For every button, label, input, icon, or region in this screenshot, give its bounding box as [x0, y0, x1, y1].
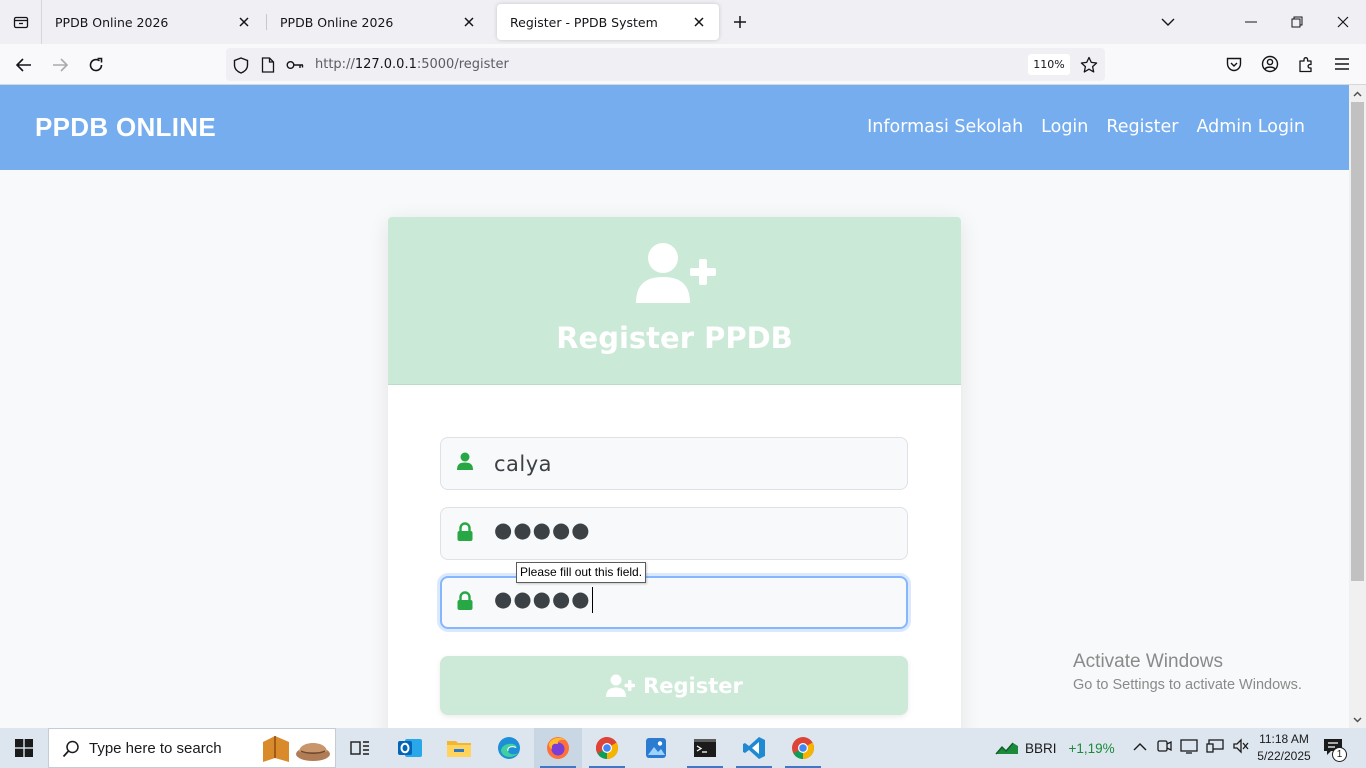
username-field[interactable]: calya — [440, 437, 908, 490]
watermark-line-1: Activate Windows — [1073, 651, 1223, 672]
chrome-app-icon[interactable] — [583, 728, 631, 768]
pocket-icon[interactable] — [1223, 53, 1245, 75]
notification-count-badge: 1 — [1332, 747, 1347, 762]
user-icon — [457, 452, 473, 470]
restore-window-icon[interactable] — [1274, 0, 1320, 44]
tab-title: PPDB Online 2026 — [55, 14, 169, 30]
confirm-password-field[interactable]: ●●●●● — [440, 576, 908, 629]
confirm-password-masked-value: ●●●●● — [494, 587, 591, 611]
reload-icon[interactable] — [83, 52, 109, 78]
site-nav: Informasi Sekolah Login Register Admin L… — [867, 117, 1305, 137]
url-path: :5000/register — [416, 57, 509, 72]
close-window-icon[interactable] — [1320, 0, 1366, 44]
clock-date: 5/22/2025 — [1257, 749, 1311, 763]
validation-tooltip: Please fill out this field. — [516, 562, 647, 583]
nav-link-login[interactable]: Login — [1041, 117, 1088, 137]
photos-app-icon[interactable] — [632, 728, 680, 768]
edge-browser-icon[interactable] — [485, 728, 533, 768]
minimize-window-icon[interactable] — [1228, 0, 1274, 44]
browser-navigation-bar: http://127.0.0.1:5000/register 110% — [0, 44, 1366, 85]
site-header: PPDB ONLINE Informasi Sekolah Login Regi… — [0, 85, 1349, 170]
nav-link-informasi-sekolah[interactable]: Informasi Sekolah — [867, 117, 1023, 137]
browser-tab-2[interactable]: PPDB Online 2026 — [267, 4, 489, 40]
search-placeholder: Type here to search — [89, 740, 222, 757]
scroll-down-arrow-icon[interactable] — [1349, 711, 1366, 728]
browser-tab-3-active[interactable]: Register - PPDB System — [497, 4, 719, 40]
tab-list-icon[interactable] — [0, 0, 42, 44]
close-tab-icon[interactable] — [459, 12, 479, 32]
browser-tab-strip: PPDB Online 2026 PPDB Online 2026 Regist… — [0, 0, 1366, 44]
back-arrow-icon[interactable] — [11, 52, 37, 78]
user-plus-icon — [636, 243, 716, 303]
key-permissions-icon[interactable] — [286, 56, 304, 74]
tab-title: PPDB Online 2026 — [280, 14, 394, 30]
stock-change: +1,19% — [1068, 740, 1115, 756]
scrollbar-thumb[interactable] — [1351, 102, 1364, 581]
text-caret — [591, 587, 593, 613]
address-bar[interactable]: http://127.0.0.1:5000/register 110% — [226, 48, 1105, 81]
clock-time: 11:18 AM — [1259, 732, 1309, 746]
url-host: 127.0.0.1 — [354, 57, 417, 72]
watermark-line-2: Go to Settings to activate Windows. — [1073, 677, 1302, 693]
password-masked-value: ●●●●● — [494, 518, 591, 542]
terminal-app-icon[interactable] — [681, 728, 729, 768]
stock-widget[interactable]: BBRI +1,19% — [995, 728, 1115, 768]
tab-title: Register - PPDB System — [510, 14, 658, 30]
tracking-shield-icon[interactable] — [232, 56, 250, 74]
windows-taskbar: Type here to search BBRI +1,19% 11:18 AM… — [0, 728, 1366, 768]
register-button-label: Register — [643, 673, 743, 698]
url-scheme: http:// — [315, 57, 355, 72]
account-icon[interactable] — [1259, 53, 1281, 75]
search-icon — [62, 740, 79, 758]
close-tab-icon[interactable] — [234, 12, 254, 32]
user-plus-icon — [606, 674, 636, 697]
card-header: Register PPDB — [388, 217, 961, 385]
activate-windows-watermark: Activate Windows Go to Settings to activ… — [1073, 651, 1302, 693]
search-highlight-illustration-icon — [263, 736, 330, 762]
firefox-app-icon[interactable] — [534, 728, 582, 768]
page-scrollbar[interactable] — [1349, 85, 1366, 728]
forward-arrow-icon[interactable] — [47, 52, 73, 78]
menu-hamburger-icon[interactable] — [1331, 53, 1353, 75]
confirm-password-value-wrap: ●●●●● — [494, 587, 593, 613]
nav-link-admin-login[interactable]: Admin Login — [1196, 117, 1305, 137]
stock-trend-icon — [995, 742, 1018, 755]
volume-muted-icon[interactable] — [1232, 738, 1250, 758]
tab-overflow-chevron-icon[interactable] — [1145, 0, 1191, 44]
scroll-up-arrow-icon[interactable] — [1349, 85, 1366, 102]
password-field[interactable]: ●●●●● — [440, 507, 908, 560]
taskbar-search-box[interactable]: Type here to search — [48, 728, 336, 768]
chrome-app-icon-2[interactable] — [779, 728, 827, 768]
stock-name: BBRI — [1025, 740, 1057, 756]
lock-icon — [457, 591, 473, 610]
page-info-icon[interactable] — [259, 56, 277, 74]
lock-icon — [457, 522, 473, 541]
display-icon[interactable] — [1180, 738, 1198, 758]
site-brand[interactable]: PPDB ONLINE — [35, 112, 216, 143]
bookmark-star-icon[interactable] — [1079, 55, 1099, 75]
system-tray — [1132, 728, 1250, 768]
windows-start-icon[interactable] — [0, 728, 48, 768]
outlook-app-icon[interactable] — [386, 728, 434, 768]
taskbar-clock[interactable]: 11:18 AM 5/22/2025 — [1250, 731, 1318, 765]
show-hidden-icons-chevron-icon[interactable] — [1132, 741, 1148, 756]
browser-tab-1[interactable]: PPDB Online 2026 — [42, 4, 264, 40]
register-card: Register PPDB calya ●●●●● Please fill ou… — [388, 217, 961, 728]
notification-center-icon[interactable]: 1 — [1322, 737, 1347, 762]
extensions-puzzle-icon[interactable] — [1295, 53, 1317, 75]
register-submit-button[interactable]: Register — [440, 656, 908, 715]
url-text[interactable]: http://127.0.0.1:5000/register — [315, 57, 509, 72]
network-icon[interactable] — [1206, 738, 1224, 758]
new-tab-icon[interactable] — [729, 11, 751, 33]
close-tab-icon[interactable] — [689, 12, 709, 32]
nav-link-register[interactable]: Register — [1106, 117, 1178, 137]
page-viewport: PPDB ONLINE Informasi Sekolah Login Regi… — [0, 85, 1349, 728]
task-view-icon[interactable] — [336, 728, 384, 768]
vscode-app-icon[interactable] — [730, 728, 778, 768]
file-explorer-icon[interactable] — [435, 728, 483, 768]
meet-now-icon[interactable] — [1156, 738, 1172, 758]
zoom-level-badge[interactable]: 110% — [1028, 54, 1070, 75]
card-title: Register PPDB — [556, 321, 793, 355]
username-value: calya — [494, 452, 553, 476]
